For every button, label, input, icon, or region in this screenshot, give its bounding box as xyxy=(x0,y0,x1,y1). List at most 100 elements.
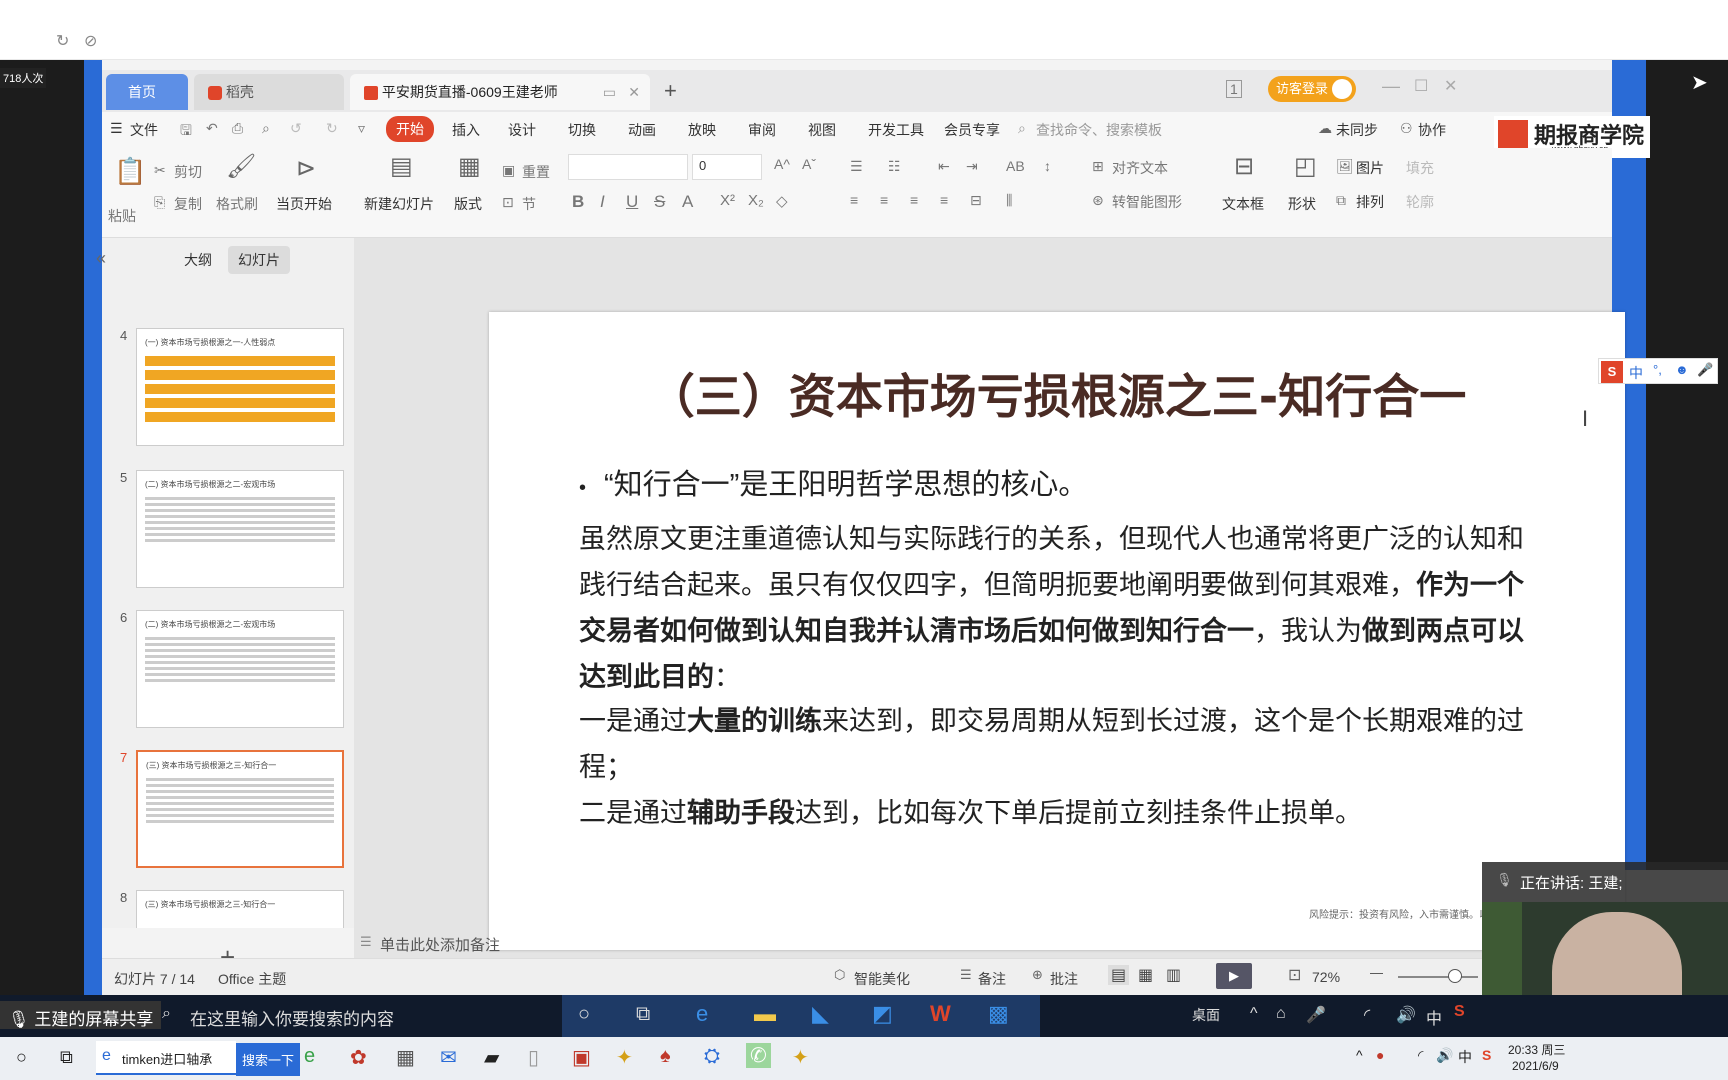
italic-icon[interactable]: I xyxy=(600,192,605,212)
search-go-button[interactable]: 搜索一下 xyxy=(236,1043,301,1076)
local-tray-wifi-icon[interactable]: ◜ xyxy=(1418,1047,1423,1064)
zoom-slider-handle[interactable] xyxy=(1448,969,1462,983)
visitor-login-button[interactable]: 访客登录 xyxy=(1268,76,1356,102)
line-spacing-icon[interactable]: ↕ xyxy=(1044,158,1051,174)
collapse-panel-icon[interactable]: « xyxy=(96,248,106,269)
reset-button[interactable]: 重置 xyxy=(522,162,550,182)
reading-view-icon[interactable]: ▥ xyxy=(1166,965,1181,985)
superscript-icon[interactable]: X² xyxy=(720,192,735,209)
sync-status[interactable]: 未同步 xyxy=(1336,120,1378,140)
wechat-icon[interactable]: ✆ xyxy=(746,1043,771,1068)
quick-access-more-icon[interactable]: ▿ xyxy=(358,120,365,137)
preview-icon[interactable]: ⌕ xyxy=(262,120,270,137)
local-task-view-icon[interactable]: ⧉ xyxy=(60,1047,73,1068)
textbox-button[interactable]: 文本框 xyxy=(1222,194,1264,214)
indent-increase-icon[interactable]: ⇥ xyxy=(966,158,978,175)
menu-devtools[interactable]: 开发工具 xyxy=(868,120,924,140)
zoom-out-icon[interactable]: — xyxy=(1370,965,1383,980)
refresh-icon[interactable]: ↻ xyxy=(56,31,69,51)
menu-transition[interactable]: 切换 xyxy=(568,120,596,140)
fit-window-icon[interactable]: ⊡ xyxy=(1288,965,1301,985)
clock-date[interactable]: 2021/6/9 xyxy=(1512,1059,1559,1073)
distribute-icon[interactable]: ⊟ xyxy=(970,192,982,209)
local-cortana-icon[interactable]: ○ xyxy=(16,1047,27,1068)
subscript-icon[interactable]: X₂ xyxy=(748,192,764,209)
tab-document[interactable]: 平安期货直播-0609王建老师 ▭ ✕ xyxy=(350,74,650,110)
tab-outline[interactable]: 大纲 xyxy=(184,250,212,270)
local-tray-arrow-icon[interactable]: ^ xyxy=(1356,1047,1363,1063)
print-icon[interactable]: ⎙ xyxy=(232,120,243,137)
folder-icon[interactable]: ▬ xyxy=(754,1001,776,1027)
shape-button[interactable]: 形状 xyxy=(1288,194,1316,214)
menu-file[interactable]: 文件 xyxy=(130,120,158,140)
tray-wifi-icon[interactable]: ◜ xyxy=(1364,1005,1370,1025)
from-current-button[interactable]: 当页开始 xyxy=(276,194,332,214)
tab-home[interactable]: 首页 xyxy=(106,74,188,110)
minimize-icon[interactable]: — xyxy=(1382,76,1400,97)
undo-arrow-icon[interactable]: ↺ xyxy=(290,120,302,137)
wps-icon[interactable]: W xyxy=(930,1001,951,1027)
align-text-button[interactable]: 对齐文本 xyxy=(1112,158,1168,178)
menu-slideshow[interactable]: 放映 xyxy=(688,120,716,140)
tray-sogou-icon[interactable]: S xyxy=(1454,1003,1465,1021)
slide-thumbnail[interactable]: (一) 资本市场亏损根源之一-人性弱点 xyxy=(136,328,344,446)
outline-button[interactable]: 轮廓 xyxy=(1406,192,1434,212)
font-size-select[interactable]: 0 xyxy=(692,154,762,180)
desktop-label[interactable]: 桌面 xyxy=(1192,1005,1220,1025)
clock-time[interactable]: 20:33 周三 xyxy=(1508,1041,1565,1058)
align-left-icon[interactable]: ≡ xyxy=(850,192,858,208)
grow-font-icon[interactable]: A^ xyxy=(774,156,790,172)
shrink-font-icon[interactable]: Aˇ xyxy=(802,156,816,172)
comment-button[interactable]: 批注 xyxy=(1050,969,1078,989)
collab-button[interactable]: 协作 xyxy=(1418,120,1446,140)
local-tray-ime[interactable]: 中 xyxy=(1458,1047,1472,1067)
close-window-icon[interactable]: ✕ xyxy=(1444,76,1457,96)
font-name-select[interactable] xyxy=(568,154,688,180)
justify-icon[interactable]: ≡ xyxy=(940,192,948,208)
strikethrough-icon[interactable]: S xyxy=(654,192,665,212)
menu-vip[interactable]: 会员专享 xyxy=(944,120,1000,140)
app2-icon[interactable]: ◩ xyxy=(872,1001,893,1027)
tray-arrow-icon[interactable]: ^ xyxy=(1250,1005,1258,1023)
dev-app-icon[interactable]: ▣ xyxy=(572,1045,591,1070)
notes-area[interactable]: ☰ 单击此处添加备注 xyxy=(354,930,1354,958)
normal-view-icon[interactable]: ▤ xyxy=(1108,965,1130,985)
copy-button[interactable]: 复制 xyxy=(174,194,202,214)
bullets-icon[interactable]: ☰ xyxy=(850,158,863,175)
slide[interactable]: （三）资本市场亏损根源之三-知行合一 • “知行合一”是王阳明哲学思想的核心。 虽… xyxy=(489,312,1625,950)
bold-icon[interactable]: B xyxy=(572,192,584,212)
picture-button[interactable]: 图片 xyxy=(1356,158,1384,178)
file-icon[interactable]: ▯ xyxy=(528,1045,539,1070)
slide-thumbnail-selected[interactable]: (三) 资本市场亏损根源之三-知行合一 xyxy=(136,750,344,868)
notes-app-icon[interactable]: ▰ xyxy=(484,1045,499,1070)
maximize-icon[interactable]: ☐ xyxy=(1414,76,1428,96)
tab-daoke[interactable]: 稻壳 xyxy=(194,74,344,110)
tray-network-icon[interactable]: ⌂ xyxy=(1276,1005,1286,1023)
fill-button[interactable]: 填充 xyxy=(1406,158,1434,178)
command-search[interactable]: 查找命令、搜索模板 xyxy=(1036,120,1162,140)
tray-ime[interactable]: 中 xyxy=(1426,1005,1442,1029)
sorter-view-icon[interactable]: ▦ xyxy=(1138,965,1153,985)
menu-view[interactable]: 视图 xyxy=(808,120,836,140)
close-tab-icon[interactable]: ✕ xyxy=(628,74,640,110)
compass-icon[interactable]: ⊘ xyxy=(84,31,97,51)
browser-task-item[interactable]: e timken进口轴承 xyxy=(96,1041,236,1075)
new-slide-button[interactable]: 新建幻灯片 xyxy=(364,194,434,214)
new-tab-icon[interactable]: + xyxy=(664,78,677,104)
redo-arrow-icon[interactable]: ↻ xyxy=(326,120,338,137)
beautify-button[interactable]: 智能美化 xyxy=(854,969,910,989)
zoom-slider[interactable] xyxy=(1398,976,1478,978)
font-color-icon[interactable]: A xyxy=(682,192,693,212)
menu-insert[interactable]: 插入 xyxy=(452,120,480,140)
menu-start[interactable]: 开始 xyxy=(386,116,434,142)
align-center-icon[interactable]: ≡ xyxy=(880,192,888,208)
underline-icon[interactable]: U xyxy=(626,192,638,212)
local-tray-sogou-icon[interactable]: S xyxy=(1482,1047,1491,1063)
undo-icon[interactable]: ↶ xyxy=(206,120,218,137)
menu-animation[interactable]: 动画 xyxy=(628,120,656,140)
play-slideshow-button[interactable]: ▶ xyxy=(1216,963,1252,989)
local-tray-app-icon[interactable]: ● xyxy=(1376,1047,1384,1063)
zoom-level[interactable]: 72% xyxy=(1312,969,1340,985)
notes-toggle-button[interactable]: 备注 xyxy=(978,969,1006,989)
columns-icon[interactable]: ⫼ xyxy=(1006,192,1012,209)
